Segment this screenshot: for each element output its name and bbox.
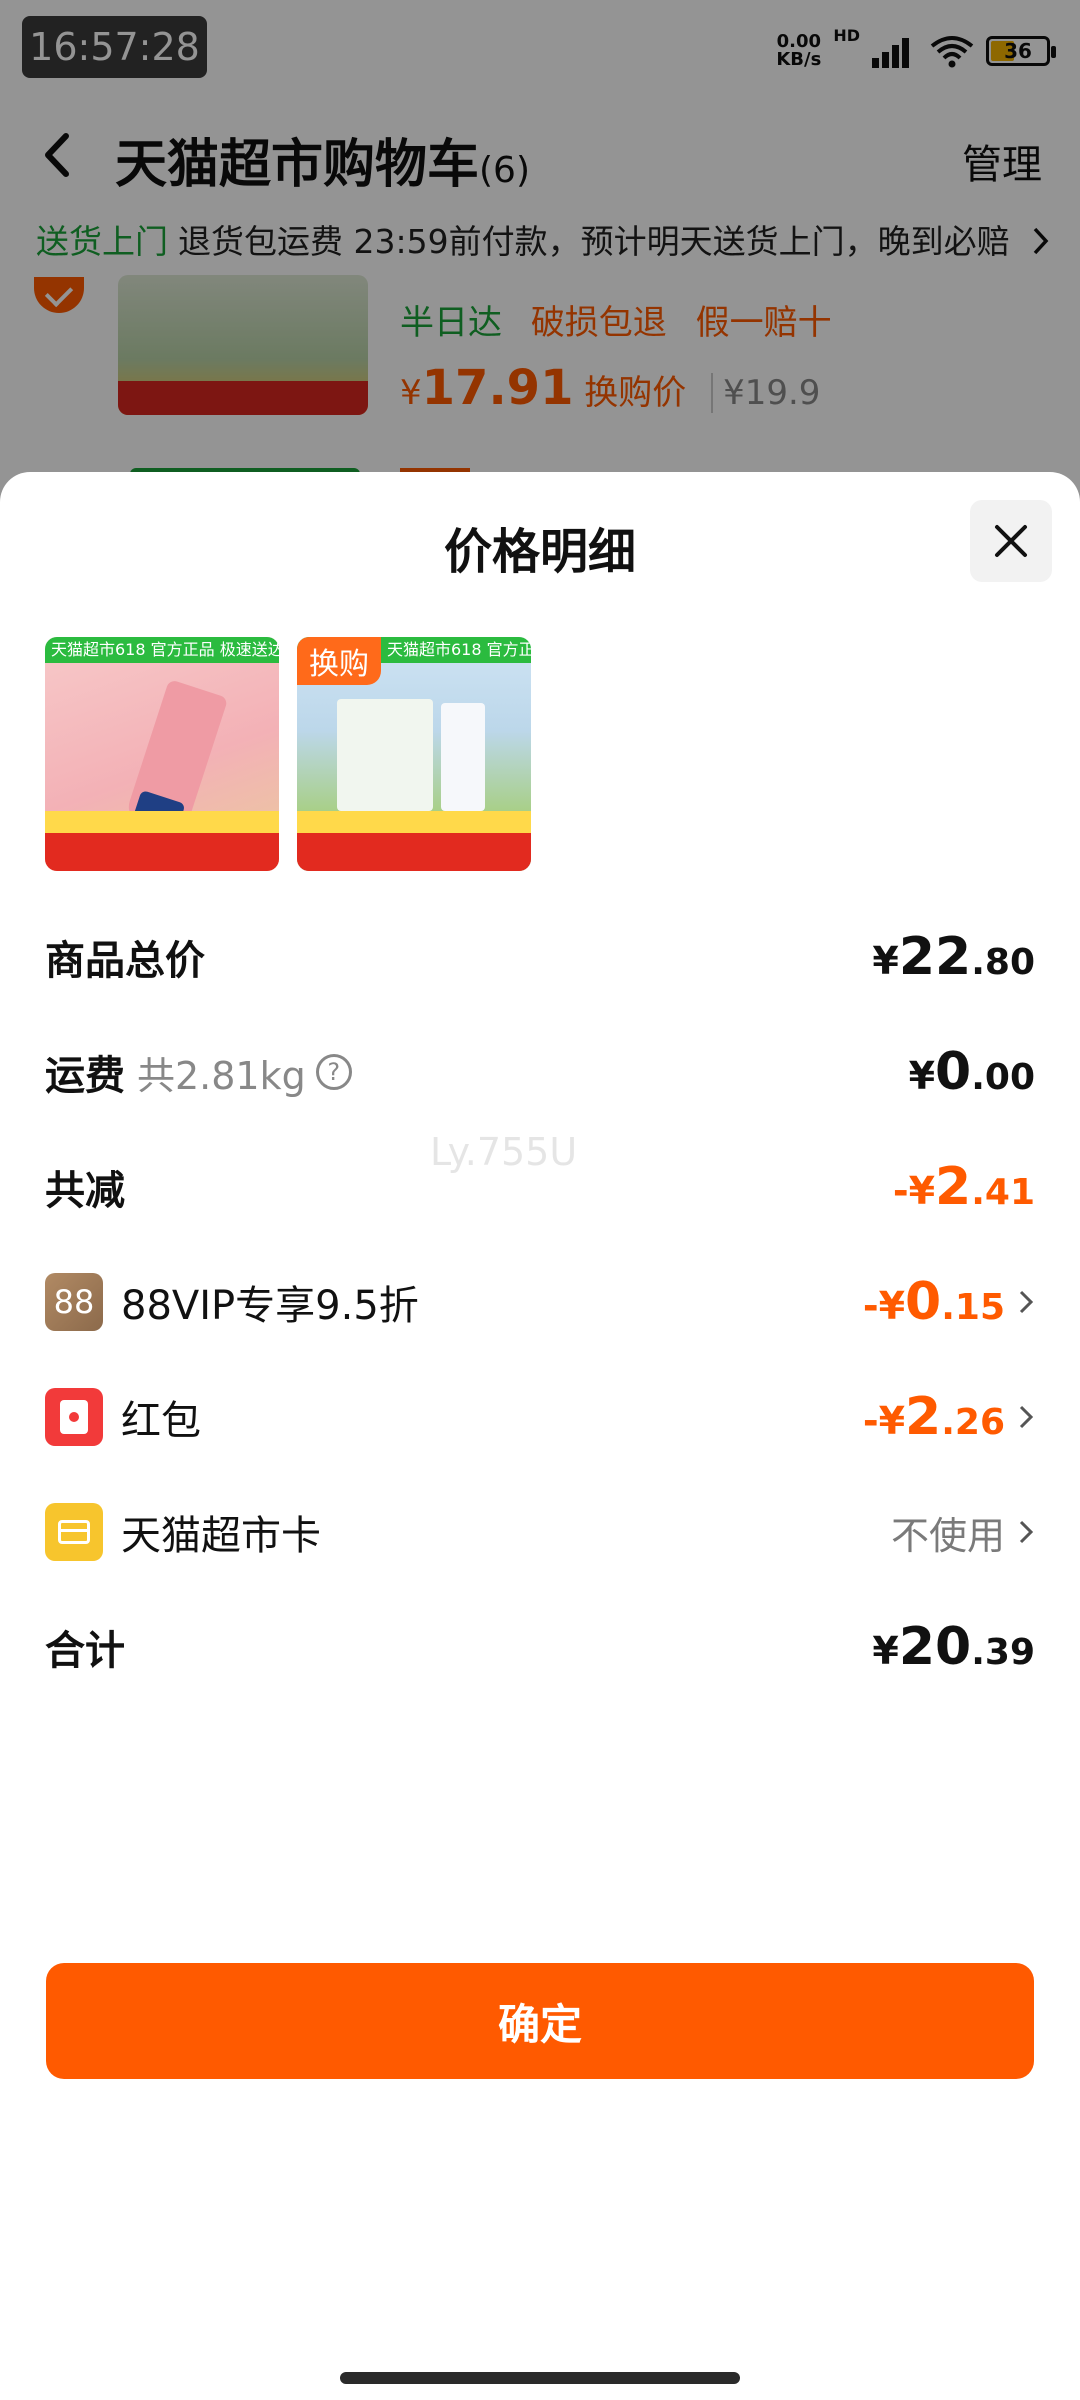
chevron-right-icon xyxy=(1019,1405,1034,1429)
goods-total-label: 商品总价 xyxy=(45,938,205,984)
discount-value: -¥2.41 xyxy=(892,1157,1035,1217)
product-thumb-cream[interactable]: 天猫超市618 官方正品 极速送达 xyxy=(45,637,279,871)
goods-total-value: ¥22.80 xyxy=(872,927,1035,987)
vip-label: 88VIP专享9.5折 xyxy=(121,1283,419,1329)
row-grand-total: 合计 ¥20.39 xyxy=(45,1612,1035,1682)
vip-value: -¥0.15 xyxy=(862,1272,1005,1332)
red-packet-value: -¥2.26 xyxy=(862,1387,1005,1447)
shipping-value: ¥0.00 xyxy=(908,1042,1035,1102)
row-red-packet[interactable]: 红包 -¥2.26 xyxy=(45,1382,1035,1452)
shipping-weight: 共2.81kg xyxy=(137,1053,306,1098)
close-icon xyxy=(995,525,1027,557)
grand-total-value: ¥20.39 xyxy=(872,1617,1035,1677)
milk-box-image xyxy=(337,699,433,811)
watermark: Ly.755U xyxy=(430,1130,578,1174)
home-indicator[interactable] xyxy=(340,2372,740,2384)
price-detail-sheet: 价格明细 天猫超市618 官方正品 极速送达 天猫超市618 官方正品 极速送达… xyxy=(0,472,1080,2400)
row-tmall-card[interactable]: 天猫超市卡 不使用 xyxy=(45,1497,1035,1567)
product-thumbnails: 天猫超市618 官方正品 极速送达 天猫超市618 官方正品 极速送达 换购 xyxy=(45,637,531,871)
shipping-label: 运费 xyxy=(45,1053,125,1099)
red-packet-label: 红包 xyxy=(121,1398,201,1444)
screen: 16:57:28 0.00 KB/s HD 36 天猫超市购物车(6) 管理 送… xyxy=(0,0,1080,2400)
chevron-right-icon xyxy=(1019,1290,1034,1314)
milk-carton-image xyxy=(441,703,485,811)
vip-88-icon: 88 xyxy=(45,1273,103,1331)
swap-badge: 换购 xyxy=(297,637,381,685)
tmall-card-label: 天猫超市卡 xyxy=(121,1513,321,1559)
red-packet-icon xyxy=(45,1388,103,1446)
discount-label: 共减 xyxy=(45,1168,125,1214)
row-88vip[interactable]: 88 88VIP专享9.5折 -¥0.15 xyxy=(45,1267,1035,1337)
row-shipping: 运费 共2.81kg ? ¥0.00 xyxy=(45,1037,1035,1107)
close-button[interactable] xyxy=(970,500,1052,582)
product-thumb-milk[interactable]: 天猫超市618 官方正品 极速送达 换购 xyxy=(297,637,531,871)
sheet-title: 价格明细 xyxy=(443,524,636,580)
tmall-card-value: 不使用 xyxy=(890,1513,1005,1558)
confirm-button[interactable]: 确定 xyxy=(46,1963,1034,2079)
chevron-right-icon xyxy=(1019,1520,1034,1544)
row-goods-total: 商品总价 ¥22.80 xyxy=(45,922,1035,992)
tmall-card-icon xyxy=(45,1503,103,1561)
grand-total-label: 合计 xyxy=(45,1628,125,1674)
help-icon[interactable]: ? xyxy=(315,1054,352,1090)
thumb-banner: 天猫超市618 官方正品 极速送达 xyxy=(45,637,279,663)
